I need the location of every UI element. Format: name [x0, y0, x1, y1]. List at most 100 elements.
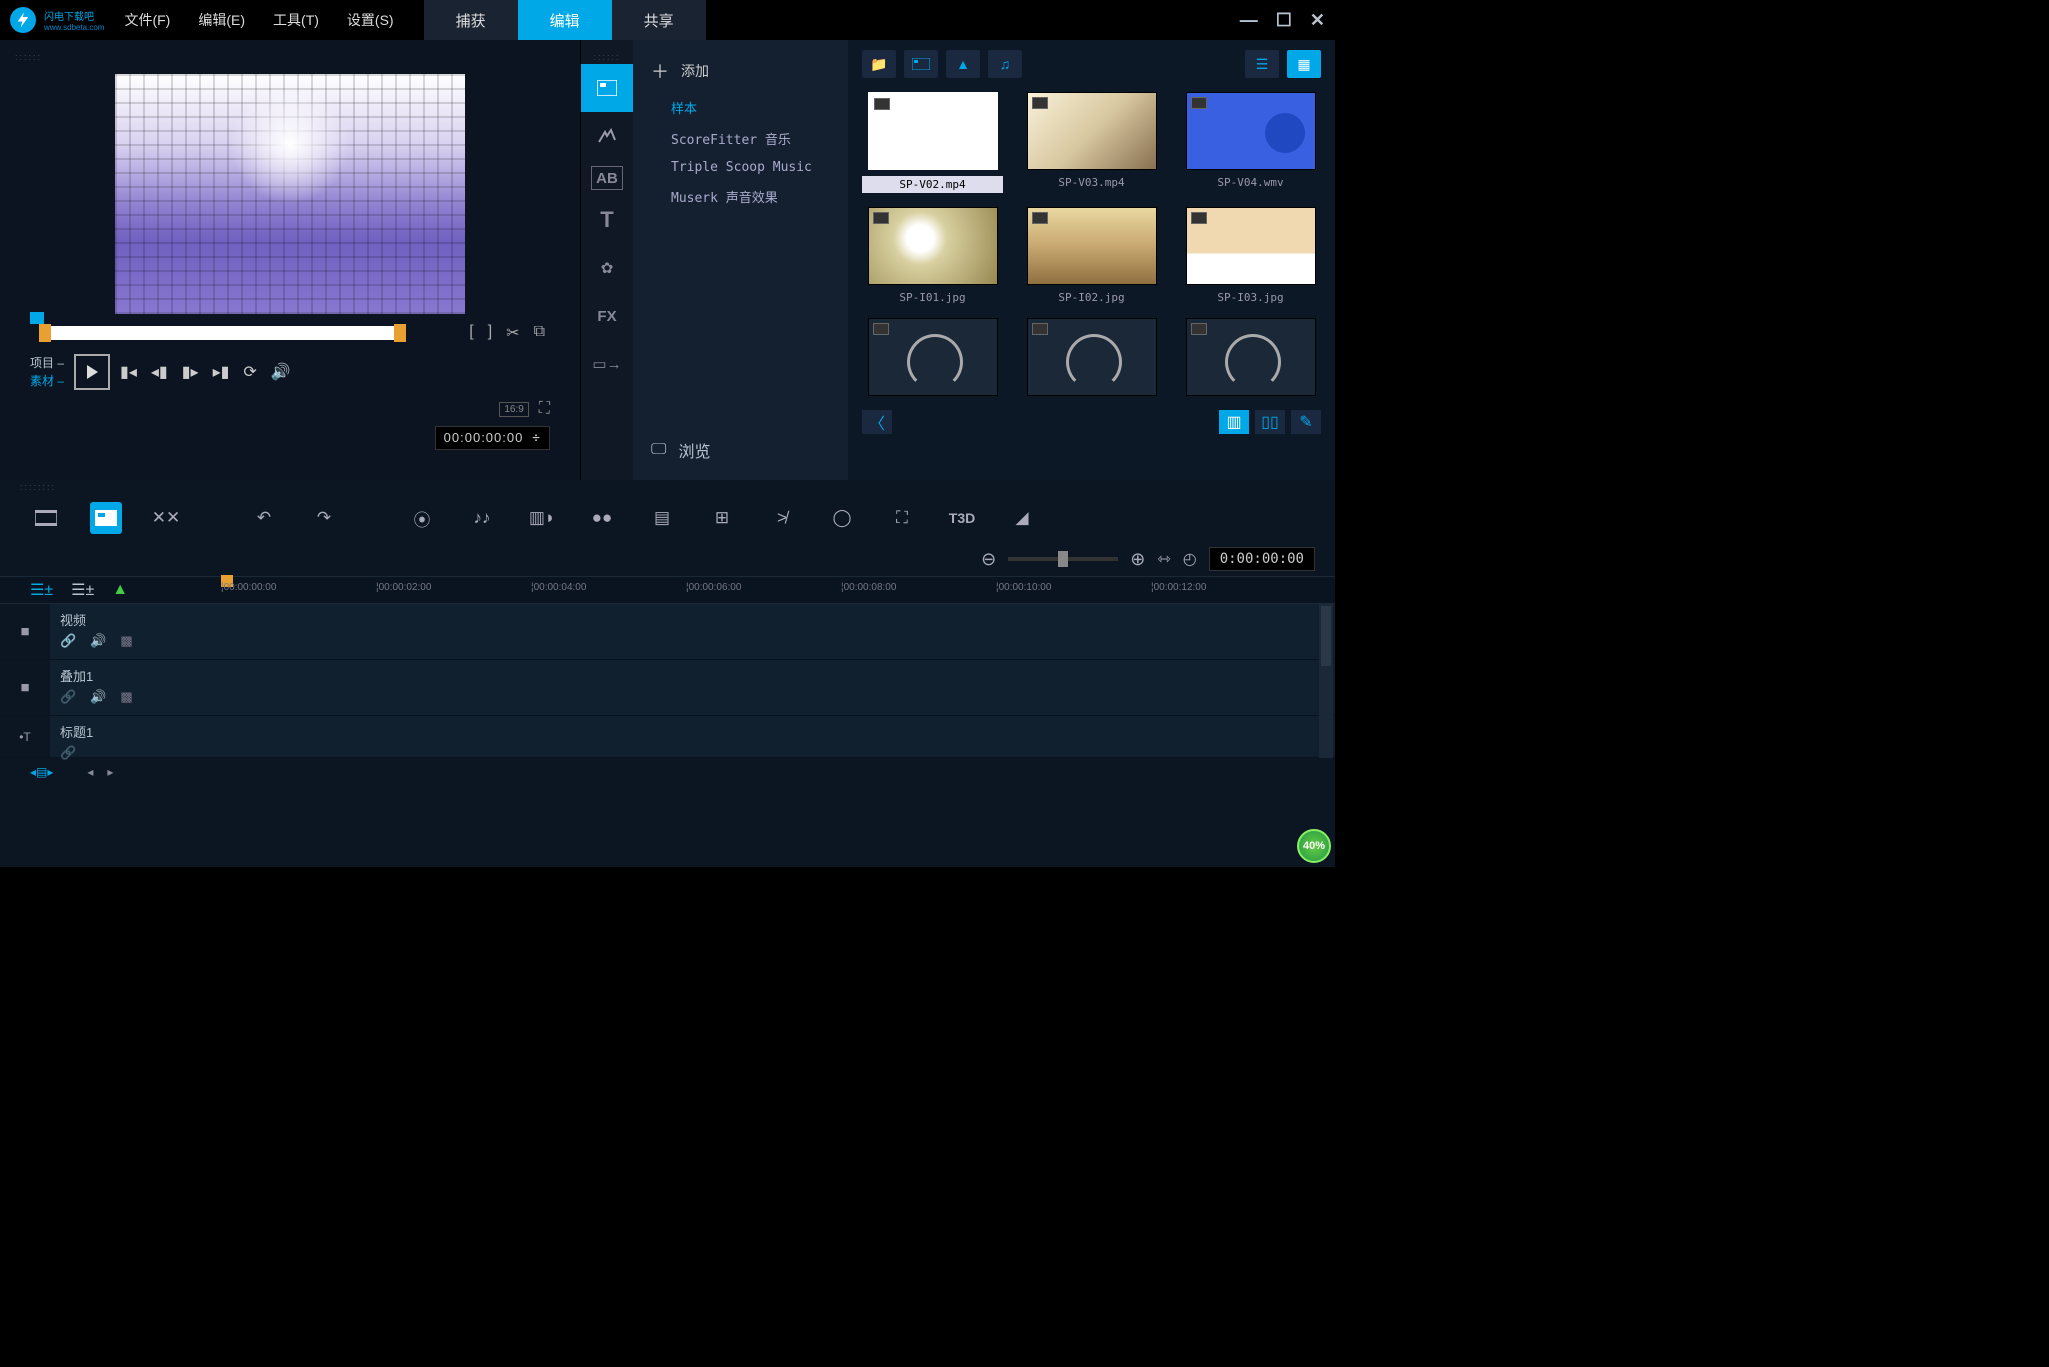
library-item[interactable] — [1021, 318, 1162, 402]
minimize-button[interactable]: ― — [1240, 10, 1258, 31]
tracks-scrollbar[interactable] — [1319, 604, 1333, 758]
paint-button[interactable]: ◢ — [1006, 502, 1038, 534]
track-overlay-icon[interactable]: ■ — [0, 660, 50, 715]
marker-button[interactable]: ▲ — [112, 581, 128, 599]
snapshot-icon[interactable]: ⧉ — [534, 323, 545, 343]
maximize-button[interactable]: ☐ — [1276, 10, 1292, 31]
play-button[interactable] — [74, 354, 110, 390]
scroll-left[interactable]: ◂ — [87, 765, 93, 779]
menu-settings[interactable]: 设置(S) — [347, 10, 394, 30]
view-grid-button[interactable]: ▦ — [1287, 50, 1321, 78]
link-icon[interactable]: 🔗 — [60, 633, 76, 649]
mute-icon[interactable]: 🔊 — [90, 633, 106, 649]
link-icon[interactable]: 🔗 — [60, 745, 76, 761]
trim-bar[interactable]: [ ] ✂ ⧉ — [45, 326, 400, 340]
tab-share[interactable]: 共享 — [612, 0, 706, 41]
libtab-path[interactable]: ▭→ — [581, 340, 633, 388]
track-video-icon[interactable]: ■ — [0, 604, 50, 659]
fx-icon[interactable]: ▩ — [120, 689, 132, 705]
undo-button[interactable]: ↶ — [248, 502, 280, 534]
zoom-in-button[interactable]: ⊕ — [1130, 549, 1145, 570]
libtab-graphics[interactable]: ✿ — [581, 244, 633, 292]
add-media-button[interactable]: ＋ 添加 — [633, 50, 848, 92]
prev-frame-button[interactable]: ◂▮ — [151, 362, 168, 382]
lib-view-1[interactable]: ▥ — [1219, 410, 1249, 434]
timeline-ruler[interactable]: ☰± ☰± ▲ ¦00:00:00:00¦00:00:02:00¦00:00:0… — [0, 576, 1335, 604]
go-start-button[interactable]: ▮◂ — [120, 362, 137, 382]
link-icon[interactable]: 🔗 — [60, 689, 76, 705]
lib-nav-back[interactable]: 〈 — [862, 410, 892, 434]
timeline-view-button[interactable] — [90, 502, 122, 534]
redo-button[interactable]: ↷ — [308, 502, 340, 534]
tab-capture[interactable]: 捕获 — [424, 0, 518, 41]
menu-tools[interactable]: 工具(T) — [273, 10, 319, 30]
track-motion-button[interactable]: ◯ — [826, 502, 858, 534]
next-frame-button[interactable]: ▮▸ — [182, 362, 199, 382]
go-end-button[interactable]: ▸▮ — [213, 362, 230, 382]
library-item[interactable]: SP-I03.jpg — [1180, 207, 1321, 304]
loop-button[interactable]: ⟳ — [243, 362, 256, 382]
library-item[interactable]: SP-I01.jpg — [862, 207, 1003, 304]
browse-button[interactable]: 🖵 浏览 — [633, 428, 728, 472]
mark-out-icon[interactable]: ] — [488, 323, 492, 343]
auto-music-button[interactable]: ▥◗ — [526, 502, 558, 534]
scroll-right[interactable]: ▸ — [107, 765, 113, 779]
preview-screen[interactable] — [115, 74, 465, 314]
filter-audio-button[interactable]: ♫ — [988, 50, 1022, 78]
preview-timecode[interactable]: 00:00:00:00 ÷ — [435, 426, 550, 450]
duration-icon[interactable]: ◴ — [1183, 549, 1197, 569]
mute-icon[interactable]: 🔊 — [90, 689, 106, 705]
library-item[interactable]: SP-V03.mp4 — [1021, 92, 1162, 193]
track-video-body[interactable] — [215, 604, 1335, 659]
audio-mixer-button[interactable]: ♪♪ — [466, 502, 498, 534]
add-track-button[interactable]: ◂▤▸ — [30, 765, 53, 779]
crop-icon[interactable]: ⛶ — [539, 400, 550, 418]
close-button[interactable]: ✕ — [1310, 10, 1325, 31]
playhead-marker[interactable] — [30, 312, 44, 324]
library-item[interactable] — [1180, 318, 1321, 402]
libtab-transition[interactable] — [581, 112, 633, 160]
storyboard-view-button[interactable] — [30, 502, 62, 534]
menu-edit[interactable]: 编辑(E) — [198, 10, 245, 30]
chapter-button[interactable]: ▤ — [646, 502, 678, 534]
tree-sample[interactable]: 样本 — [633, 92, 848, 123]
zoom-out-button[interactable]: ⊖ — [981, 549, 996, 570]
filter-photo-button[interactable]: ▲ — [946, 50, 980, 78]
lib-view-2[interactable]: ▯▯ — [1255, 410, 1285, 434]
library-item[interactable]: SP-V04.wmv — [1180, 92, 1321, 193]
tree-triplescoop[interactable]: Triple Scoop Music — [633, 154, 848, 181]
track-options-2[interactable]: ☰± — [71, 580, 94, 600]
lib-edit[interactable]: ✎ — [1291, 410, 1321, 434]
track-options-1[interactable]: ☰± — [30, 580, 53, 600]
library-item[interactable]: SP-V02.mp4 — [862, 92, 1003, 193]
libtab-fx[interactable]: FX — [581, 292, 633, 340]
mark-in-icon[interactable]: [ — [469, 323, 473, 343]
panel-grip[interactable]: :::::: — [581, 50, 633, 64]
track-title-icon[interactable]: •T — [0, 716, 50, 757]
libtab-media[interactable] — [581, 64, 633, 112]
filter-video-button[interactable] — [904, 50, 938, 78]
trim-handle-right[interactable] — [394, 324, 406, 342]
panel-grip[interactable]: :::::::: — [0, 480, 1335, 494]
motion-button[interactable]: ≯ — [766, 502, 798, 534]
aspect-ratio[interactable]: 16:9 — [499, 402, 528, 417]
panel-grip[interactable]: :::::: — [15, 50, 565, 64]
color-button[interactable]: ●● — [586, 502, 618, 534]
library-item[interactable] — [862, 318, 1003, 402]
timeline-timecode[interactable]: 0:00:00:00 — [1209, 547, 1315, 571]
3d-title-button[interactable]: T3D — [946, 502, 978, 534]
libtab-title[interactable]: AB — [591, 166, 623, 190]
import-folder-button[interactable]: 📁 — [862, 50, 896, 78]
library-item[interactable]: SP-I02.jpg — [1021, 207, 1162, 304]
volume-button[interactable]: 🔊 — [271, 362, 291, 382]
tools-button[interactable]: ✕✕ — [150, 502, 182, 534]
tree-scorefitter[interactable]: ScoreFitter 音乐 — [633, 123, 848, 154]
trim-handle-left[interactable] — [39, 324, 51, 342]
multi-view-button[interactable]: ⊞ — [706, 502, 738, 534]
tree-muserk[interactable]: Muserk 声音效果 — [633, 181, 848, 212]
record-button[interactable]: ⦿ — [406, 502, 438, 534]
pan-zoom-button[interactable]: ⛶ — [886, 502, 918, 534]
mode-material[interactable]: 素材 – — [30, 372, 64, 390]
fx-icon[interactable]: ▩ — [120, 633, 132, 649]
track-title-body[interactable] — [215, 716, 1335, 757]
